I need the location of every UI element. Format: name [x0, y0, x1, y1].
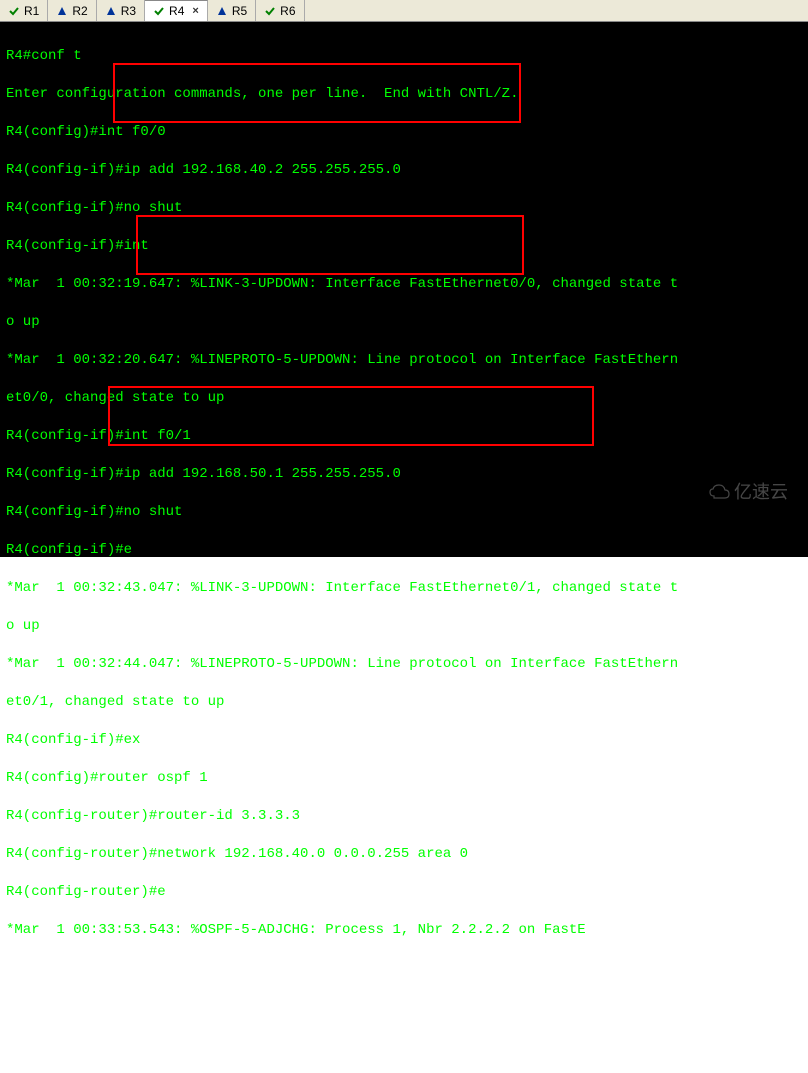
tab-r2[interactable]: R2 — [48, 0, 96, 21]
tab-bar: R1 R2 R3 R4 × R5 R6 — [0, 0, 808, 22]
terminal-line: R4(config-if)#int f0/1 — [6, 427, 802, 446]
warn-icon — [56, 5, 68, 17]
tab-label: R1 — [24, 4, 39, 18]
check-icon — [264, 5, 276, 17]
tab-label: R4 — [169, 4, 184, 18]
close-icon[interactable]: × — [192, 5, 198, 17]
terminal-line: *Mar 1 00:32:20.647: %LINEPROTO-5-UPDOWN… — [6, 351, 802, 370]
tab-label: R6 — [280, 4, 295, 18]
tab-r4[interactable]: R4 × — [145, 0, 208, 21]
terminal-line: et0/0, changed state to up — [6, 389, 802, 408]
terminal-output[interactable]: R4#conf t Enter configuration commands, … — [0, 22, 808, 557]
terminal-line: o up — [6, 617, 802, 636]
terminal-line: R4(config-if)#ip add 192.168.50.1 255.25… — [6, 465, 802, 484]
watermark: 亿速云 — [708, 483, 788, 502]
check-icon — [153, 5, 165, 17]
terminal-line: *Mar 1 00:32:43.047: %LINK-3-UPDOWN: Int… — [6, 579, 802, 598]
terminal-line: et0/1, changed state to up — [6, 693, 802, 712]
warn-icon — [105, 5, 117, 17]
tab-r3[interactable]: R3 — [97, 0, 145, 21]
terminal-line: R4(config-if)#ip add 192.168.40.2 255.25… — [6, 161, 802, 180]
tab-label: R2 — [72, 4, 87, 18]
terminal-line: R4(config-router)#network 192.168.40.0 0… — [6, 845, 802, 864]
watermark-text: 亿速云 — [734, 483, 788, 502]
tab-label: R3 — [121, 4, 136, 18]
terminal-line: R4#conf t — [6, 47, 802, 66]
terminal-line: R4(config)#router ospf 1 — [6, 769, 802, 788]
terminal-line: R4(config-router)#e — [6, 883, 802, 902]
terminal-line: R4(config-if)#ex — [6, 731, 802, 750]
terminal-line: R4(config-if)#int — [6, 237, 802, 256]
terminal-line: R4(config-if)#no shut — [6, 199, 802, 218]
warn-icon — [216, 5, 228, 17]
tab-r5[interactable]: R5 — [208, 0, 256, 21]
tab-label: R5 — [232, 4, 247, 18]
terminal-line: Enter configuration commands, one per li… — [6, 85, 802, 104]
terminal-line: *Mar 1 00:32:44.047: %LINEPROTO-5-UPDOWN… — [6, 655, 802, 674]
terminal-line: *Mar 1 00:32:19.647: %LINK-3-UPDOWN: Int… — [6, 275, 802, 294]
terminal-line: R4(config-if)#e — [6, 541, 802, 560]
terminal-line: o up — [6, 313, 802, 332]
tab-r6[interactable]: R6 — [256, 0, 304, 21]
terminal-line: R4(config-if)#no shut — [6, 503, 802, 522]
tab-r1[interactable]: R1 — [0, 0, 48, 21]
check-icon — [8, 5, 20, 17]
terminal-line: *Mar 1 00:33:53.543: %OSPF-5-ADJCHG: Pro… — [6, 921, 802, 940]
terminal-line: R4(config-router)#router-id 3.3.3.3 — [6, 807, 802, 826]
terminal-line: R4(config)#int f0/0 — [6, 123, 802, 142]
